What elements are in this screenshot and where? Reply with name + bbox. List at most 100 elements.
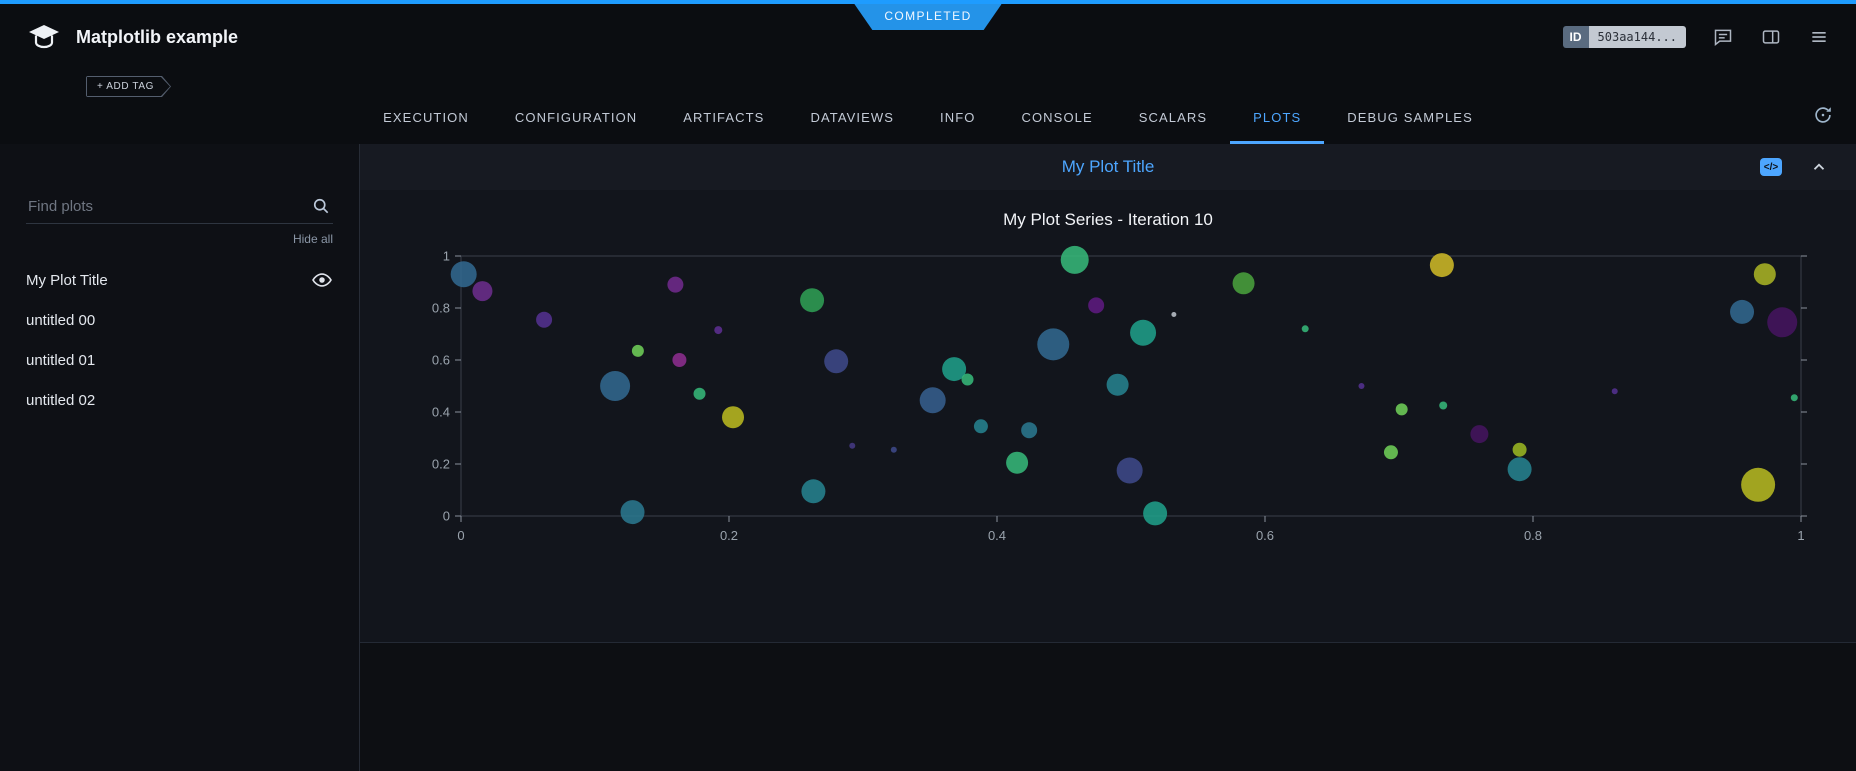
- scatter-point: [1513, 443, 1527, 457]
- y-tick-label: 0.2: [432, 457, 450, 472]
- scatter-point: [1117, 458, 1143, 484]
- scatter-point: [1791, 394, 1798, 401]
- scatter-point: [1143, 501, 1167, 525]
- search-icon[interactable]: [311, 196, 331, 221]
- plot-list-item[interactable]: untitled 01: [26, 340, 333, 380]
- scatter-point: [600, 371, 630, 401]
- x-tick-label: 0: [457, 528, 464, 543]
- scatter-point: [1754, 263, 1776, 285]
- embed-code-icon[interactable]: </>: [1760, 158, 1782, 176]
- app-logo-icon: [26, 21, 62, 53]
- scatter-point: [962, 374, 974, 386]
- plot-list-item-label: untitled 00: [26, 312, 95, 329]
- scatter-plot-svg[interactable]: 0 0.2 0.4 0.6 0.8 1 0 0.2 0.4 0.6 0.8 1: [393, 244, 1823, 559]
- plot-panel-body: My Plot Series - Iteration 10 0 0.2 0.4 0.6…: [360, 190, 1856, 559]
- tab-bar: EXECUTIONCONFIGURATIONARTIFACTSDATAVIEWS…: [0, 94, 1856, 144]
- scatter-point: [1171, 312, 1176, 317]
- main-area: My Plot Title </> My Plot Series - Itera…: [360, 144, 1856, 771]
- scatter-point: [1006, 452, 1028, 474]
- y-tick-label: 0.8: [432, 301, 450, 316]
- scatter-point: [451, 261, 477, 287]
- scatter-point: [1767, 307, 1797, 337]
- scatter-point: [1730, 300, 1754, 324]
- scatter-point: [1061, 246, 1089, 274]
- scatter-point: [1302, 325, 1309, 332]
- scatter-point: [849, 443, 855, 449]
- scatter-point: [1430, 253, 1454, 277]
- plot-panel-actions: </>: [1760, 158, 1828, 176]
- tab-dataviews[interactable]: DATAVIEWS: [787, 94, 917, 144]
- scatter-point: [722, 406, 744, 428]
- plot-list-item-label: untitled 01: [26, 352, 95, 369]
- scatter-point: [672, 353, 686, 367]
- scatter-point: [694, 388, 706, 400]
- scatter-point: [891, 447, 897, 453]
- plot-panel-title: My Plot Title: [1062, 157, 1155, 177]
- x-tick-label: 0.2: [720, 528, 738, 543]
- scatter-point: [1439, 402, 1447, 410]
- tab-plots[interactable]: PLOTS: [1230, 94, 1324, 144]
- hide-all-button[interactable]: Hide all: [26, 232, 333, 246]
- chart-title: My Plot Series - Iteration 10: [360, 210, 1856, 230]
- y-tick-label: 0: [443, 509, 450, 524]
- tab-console[interactable]: CONSOLE: [998, 94, 1115, 144]
- plot-list-item-label: untitled 02: [26, 392, 95, 409]
- tab-info[interactable]: INFO: [917, 94, 998, 144]
- scatter-point: [621, 500, 645, 524]
- plot-list-item[interactable]: untitled 02: [26, 380, 333, 420]
- header-actions: ID 503aa144...: [1563, 26, 1830, 48]
- search-input[interactable]: [26, 192, 333, 224]
- scatter-point: [1396, 403, 1408, 415]
- scatter-point: [1741, 468, 1775, 502]
- scatter-point: [1021, 422, 1037, 438]
- id-badge-value: 503aa144...: [1589, 26, 1686, 48]
- chart-holder: 0 0.2 0.4 0.6 0.8 1 0 0.2 0.4 0.6 0.8 1: [360, 244, 1856, 559]
- feedback-icon[interactable]: [1712, 26, 1734, 48]
- details-panel-icon[interactable]: [1760, 26, 1782, 48]
- auto-refresh-icon[interactable]: [1812, 104, 1834, 126]
- scatter-point: [974, 419, 988, 433]
- scatter-point: [536, 312, 552, 328]
- experiment-id-badge[interactable]: ID 503aa144...: [1563, 26, 1686, 48]
- scatter-point: [1358, 383, 1364, 389]
- scatter-point: [667, 277, 683, 293]
- y-tick-label: 0.6: [432, 353, 450, 368]
- x-tick-label: 0.6: [1256, 528, 1274, 543]
- x-tick-label: 1: [1797, 528, 1804, 543]
- x-tick-label: 0.8: [1524, 528, 1542, 543]
- search-wrap: [26, 192, 333, 224]
- scatter-point: [1130, 320, 1156, 346]
- scatter-point: [632, 345, 644, 357]
- menu-icon[interactable]: [1808, 26, 1830, 48]
- scatter-point: [1612, 388, 1618, 394]
- y-tick-label: 0.4: [432, 405, 450, 420]
- visibility-eye-icon[interactable]: [311, 269, 333, 291]
- content-area: Hide all My Plot Title untitled 00 untitle…: [0, 144, 1856, 771]
- scatter-point: [801, 479, 825, 503]
- collapse-chevron-icon[interactable]: [1810, 158, 1828, 176]
- scatter-point: [1384, 445, 1398, 459]
- experiment-title: Matplotlib example: [76, 27, 238, 48]
- scatter-point: [1470, 425, 1488, 443]
- plot-list-item-label: My Plot Title: [26, 272, 108, 289]
- tab-scalars[interactable]: SCALARS: [1116, 94, 1230, 144]
- scatter-point: [1088, 297, 1104, 313]
- y-tick-label: 1: [443, 249, 450, 264]
- tab-debug-samples[interactable]: DEBUG SAMPLES: [1324, 94, 1496, 144]
- scatter-point: [1037, 328, 1069, 360]
- tab-configuration[interactable]: CONFIGURATION: [492, 94, 660, 144]
- tab-execution[interactable]: EXECUTION: [360, 94, 492, 144]
- scatter-point: [1233, 272, 1255, 294]
- scatter-point: [920, 387, 946, 413]
- tab-artifacts[interactable]: ARTIFACTS: [660, 94, 787, 144]
- x-tick-label: 0.4: [988, 528, 1006, 543]
- plot-list: My Plot Title untitled 00 untitled 01 untit…: [26, 260, 333, 420]
- plot-list-item[interactable]: untitled 00: [26, 300, 333, 340]
- app-header: COMPLETED Matplotlib example ID 503aa144…: [0, 4, 1856, 144]
- status-badge: COMPLETED: [854, 4, 1001, 30]
- scatter-point: [714, 326, 722, 334]
- id-badge-label: ID: [1563, 26, 1589, 48]
- plot-panel: My Plot Title </> My Plot Series - Itera…: [360, 144, 1856, 643]
- scatter-point: [800, 288, 824, 312]
- plot-list-item[interactable]: My Plot Title: [26, 260, 333, 300]
